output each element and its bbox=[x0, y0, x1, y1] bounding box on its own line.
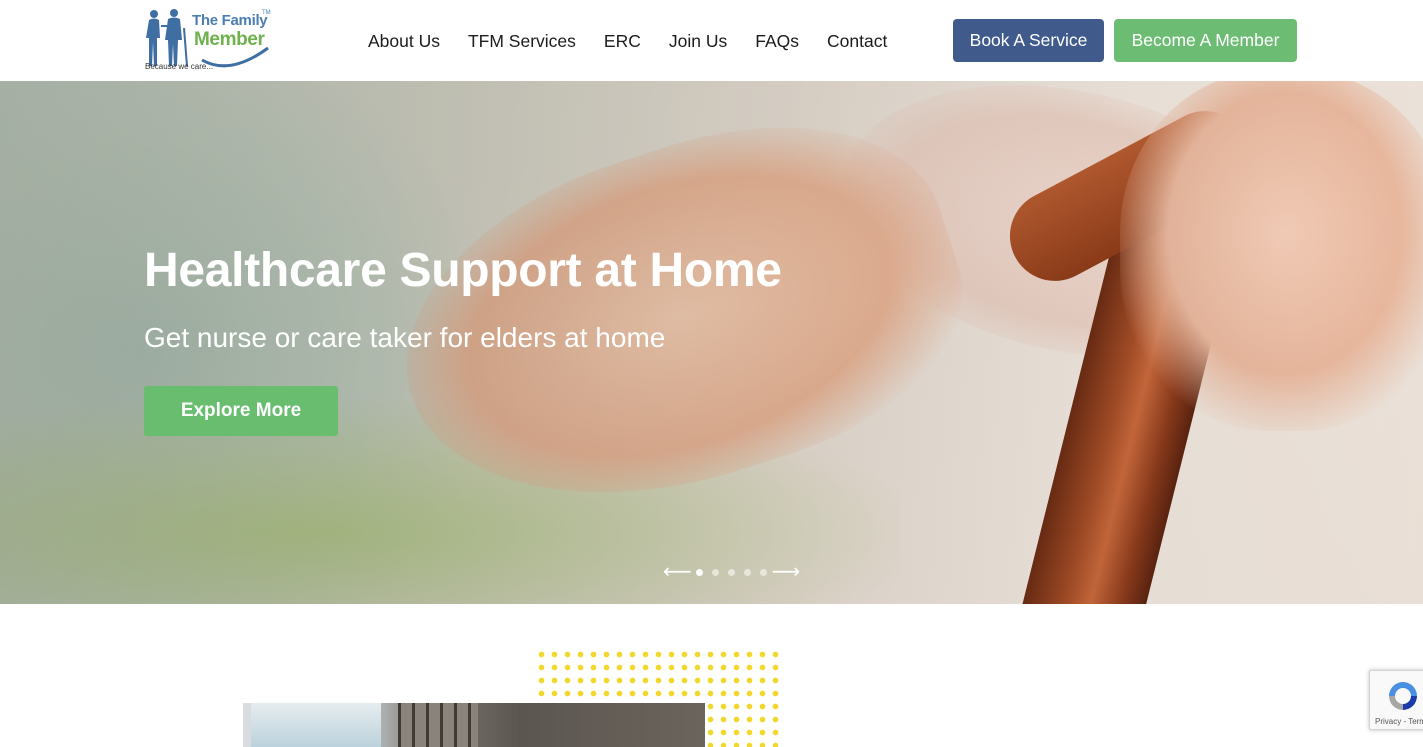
nav-contact[interactable]: Contact bbox=[827, 29, 887, 53]
become-member-button[interactable]: Become A Member bbox=[1114, 19, 1297, 62]
slider-controls: ⟵ ⟶ bbox=[663, 562, 801, 582]
logo[interactable]: The Family TM Member Because we care... bbox=[144, 8, 274, 74]
camp-photo-poster bbox=[251, 703, 381, 747]
camp-photo-window-grill bbox=[398, 703, 478, 747]
recaptcha-badge[interactable]: Privacy - Terms bbox=[1369, 670, 1423, 730]
nav-faqs[interactable]: FAQs bbox=[755, 29, 799, 53]
hero-slider: Healthcare Support at Home Get nurse or … bbox=[0, 81, 1423, 604]
recaptcha-icon bbox=[1389, 682, 1417, 710]
slider-dot[interactable] bbox=[712, 568, 720, 576]
elderly-couple-icon bbox=[146, 9, 188, 67]
nav-tfm-services[interactable]: TFM Services bbox=[468, 29, 576, 53]
logo-trademark: TM bbox=[262, 10, 271, 16]
slider-dot[interactable] bbox=[760, 568, 768, 576]
arrow-left-icon[interactable]: ⟵ bbox=[663, 562, 692, 582]
hero-subtitle: Get nurse or care taker for elders at ho… bbox=[144, 322, 666, 353]
camp-photo bbox=[243, 703, 705, 747]
nav-join-us[interactable]: Join Us bbox=[669, 29, 727, 53]
explore-more-button[interactable]: Explore More bbox=[144, 386, 338, 436]
slider-dot[interactable] bbox=[728, 568, 736, 576]
hero-title: Healthcare Support at Home bbox=[144, 244, 782, 297]
book-service-button[interactable]: Book A Service bbox=[953, 19, 1104, 62]
site-header: The Family TM Member Because we care... … bbox=[0, 0, 1423, 81]
main-nav: About Us TFM Services ERC Join Us FAQs C… bbox=[354, 29, 901, 53]
recaptcha-links[interactable]: Privacy - Terms bbox=[1375, 717, 1423, 726]
slider-dot[interactable] bbox=[696, 568, 704, 576]
nav-erc[interactable]: ERC bbox=[604, 29, 641, 53]
arrow-right-icon[interactable]: ⟶ bbox=[772, 562, 801, 582]
slider-dot[interactable] bbox=[744, 568, 752, 576]
logo-tagline: Because we care... bbox=[145, 62, 214, 71]
nav-about-us[interactable]: About Us bbox=[368, 29, 440, 53]
logo-text-line1: The Family bbox=[192, 12, 268, 29]
